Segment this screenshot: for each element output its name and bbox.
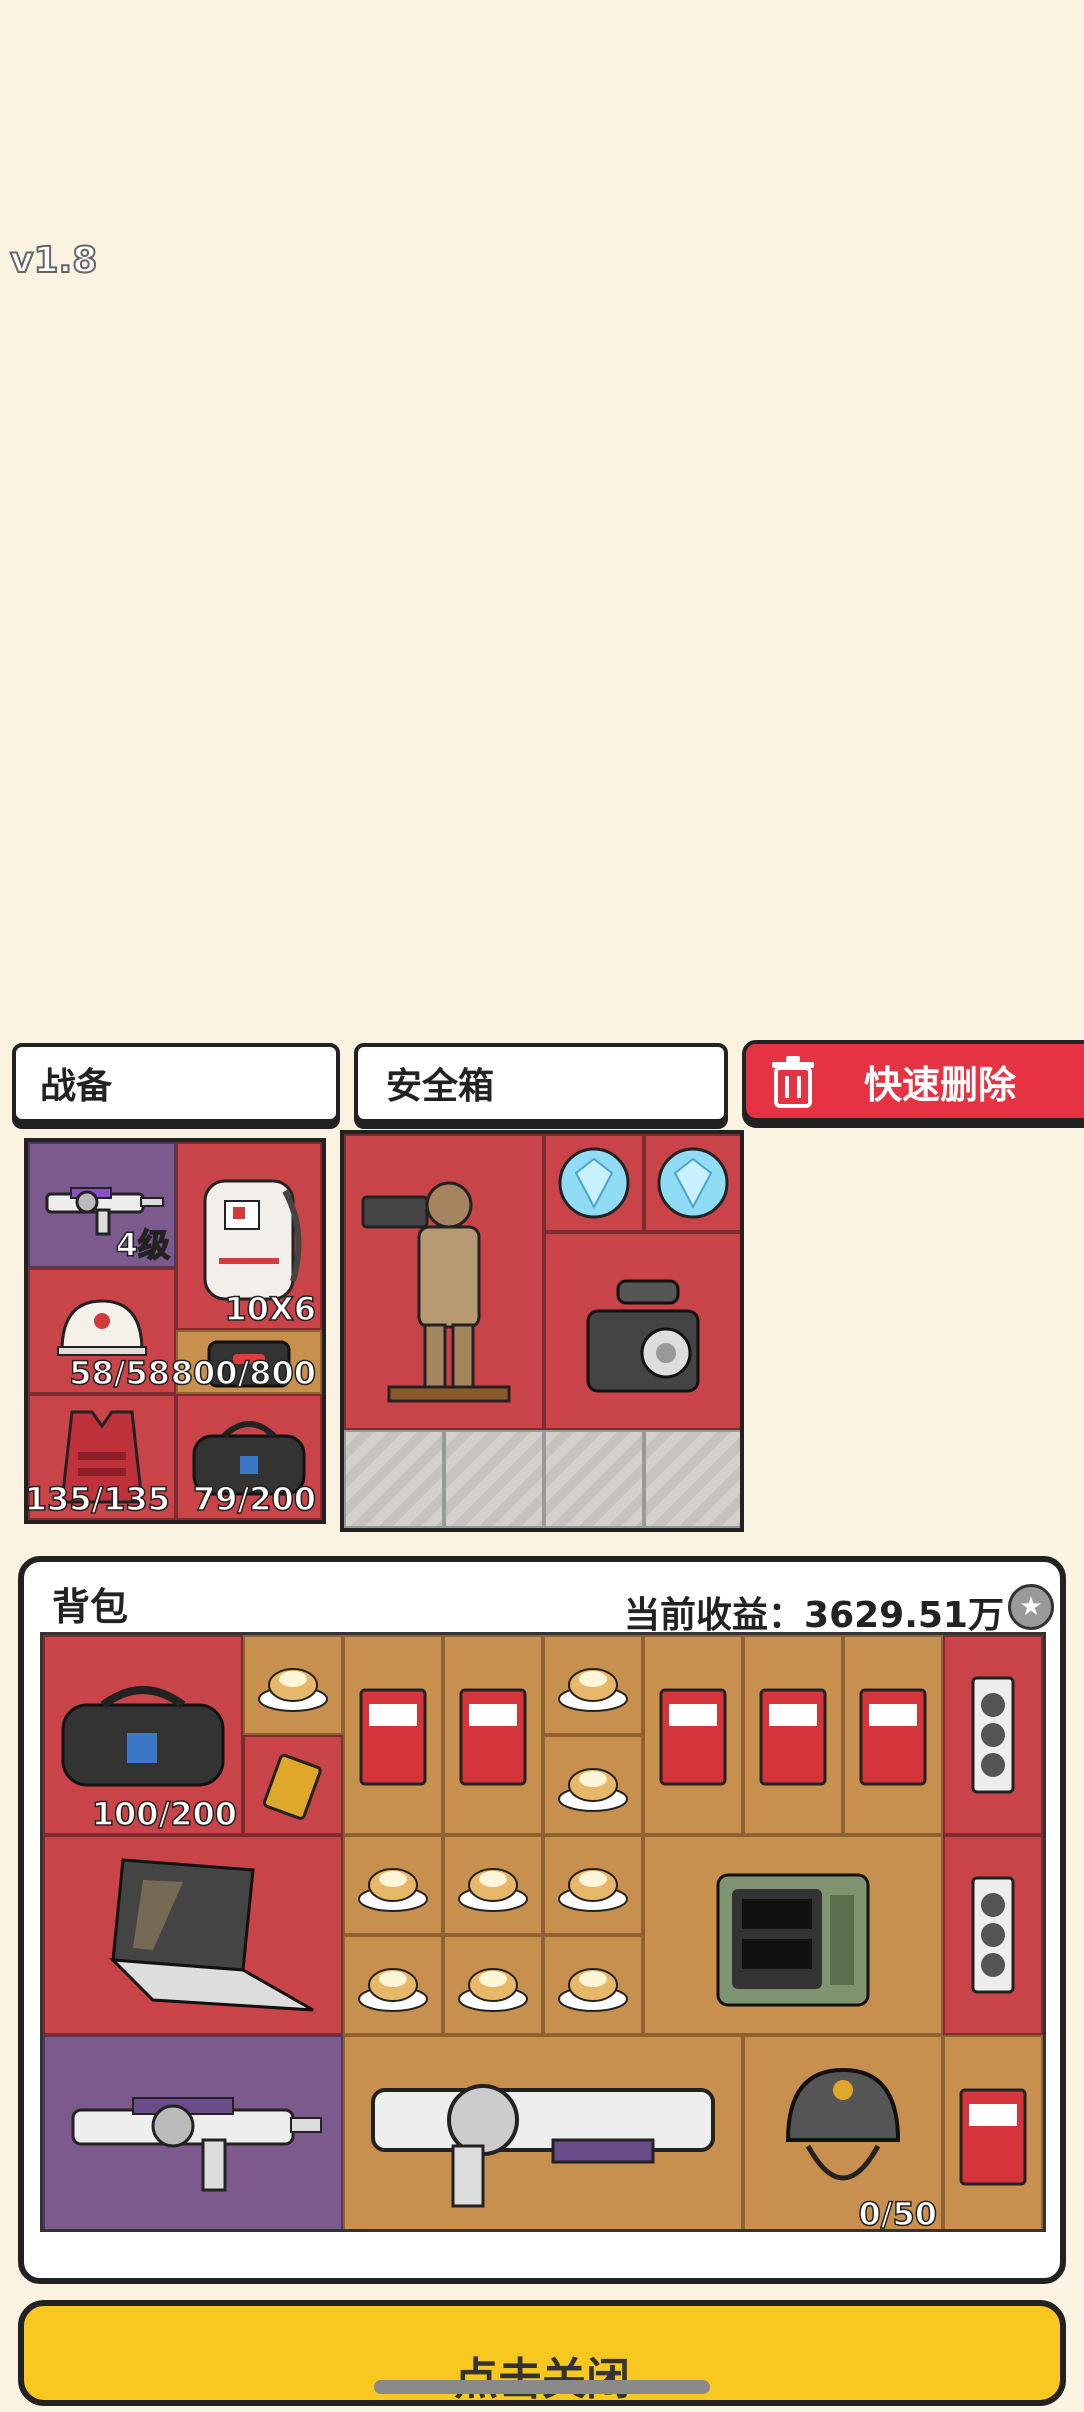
home-indicator[interactable] xyxy=(374,2380,710,2394)
cake-icon xyxy=(558,1968,628,2012)
safe-slot-empty[interactable] xyxy=(444,1430,544,1528)
close-label: 点击关闭 xyxy=(454,2343,630,2407)
bag-item-gpu[interactable] xyxy=(943,1835,1043,2035)
drink-box-icon xyxy=(359,1688,427,1786)
radio-device-icon xyxy=(716,1873,870,2007)
bag-item-cake[interactable] xyxy=(543,1735,643,1835)
diamond-icon xyxy=(558,1147,630,1219)
drink-box-icon xyxy=(859,1688,927,1786)
bag-item-helmet-grey[interactable]: 0/50 xyxy=(743,2035,943,2232)
gear-panel: 4级 10X6 58/58 800/800 135/135 79/200 xyxy=(24,1138,326,1524)
camera-icon xyxy=(586,1279,700,1393)
bag-item-smg[interactable] xyxy=(43,2035,343,2229)
gold-card-icon xyxy=(262,1753,322,1820)
cake-icon xyxy=(558,1868,628,1912)
bag-item-gold-card[interactable] xyxy=(243,1735,343,1835)
statue-icon xyxy=(361,1181,511,1403)
bag-item-duffel-bag[interactable]: 100/200 xyxy=(43,1635,243,1835)
safe-slot-empty[interactable] xyxy=(544,1430,644,1528)
bag-item-cake[interactable] xyxy=(543,1935,643,2035)
bag-item-cake[interactable] xyxy=(543,1635,643,1735)
duffel-bag-icon xyxy=(61,1686,225,1787)
backpack-panel: 背包 当前收益：3629.51万 ★ 100/200 0/50 xyxy=(18,1556,1066,2284)
bag-item-heavy-gun[interactable] xyxy=(343,2035,743,2229)
tab-gear-label: 战备 xyxy=(40,1066,113,1107)
cake-icon xyxy=(358,1968,428,2012)
gear-slot-backpack[interactable]: 10X6 xyxy=(176,1142,322,1330)
coin-icon: ★ xyxy=(1008,1584,1054,1630)
gear-backpack-label: 10X6 xyxy=(224,1289,317,1329)
safe-item-diamond-2[interactable] xyxy=(644,1134,740,1232)
graphics-card-icon xyxy=(971,1676,1015,1794)
gear-chest-rig-label: 800/800 xyxy=(170,1353,317,1393)
bag-item-gpu[interactable] xyxy=(943,1635,1043,1835)
safe-item-terracotta-warrior[interactable] xyxy=(344,1134,544,1430)
diamond-icon xyxy=(657,1147,729,1219)
backpack-title: 背包 xyxy=(52,1585,129,1629)
version-label: v1.8 xyxy=(9,239,98,282)
safe-item-diamond-1[interactable] xyxy=(544,1134,644,1232)
cake-icon xyxy=(458,1968,528,2012)
bag-item-drink-box[interactable] xyxy=(343,1635,443,1835)
cake-icon xyxy=(358,1868,428,1912)
backpack-grid: 100/200 0/50 xyxy=(40,1632,1046,2232)
tab-safe-box-label: 安全箱 xyxy=(386,1066,495,1107)
drink-box-icon xyxy=(459,1688,527,1786)
bag-item-cake[interactable] xyxy=(543,1835,643,1935)
bag-item-drink-box[interactable] xyxy=(643,1635,743,1835)
safe-slot-empty[interactable] xyxy=(644,1430,740,1528)
safe-box-panel xyxy=(340,1130,744,1532)
trash-icon xyxy=(772,1056,814,1108)
gear-slot-chest-rig[interactable]: 800/800 xyxy=(170,1330,322,1394)
bag-item-cake[interactable] xyxy=(343,1835,443,1935)
heavy-gun-icon xyxy=(371,2084,715,2208)
tab-gear[interactable]: 战备 xyxy=(12,1043,340,1123)
cake-icon xyxy=(258,1668,328,1712)
drink-box-icon xyxy=(659,1688,727,1786)
cake-icon xyxy=(558,1768,628,1812)
bag-duffel-label: 100/200 xyxy=(91,1794,238,1834)
safe-slot-empty[interactable] xyxy=(344,1430,444,1528)
bag-item-drink-box[interactable] xyxy=(743,1635,843,1835)
rifle-icon xyxy=(71,2097,322,2192)
bag-item-drink-box[interactable] xyxy=(443,1635,543,1835)
gear-pouch-label: 79/200 xyxy=(192,1479,317,1519)
gear-slot-armor[interactable]: 135/135 xyxy=(28,1394,176,1520)
income-label: 当前收益：3629.51万 xyxy=(624,1595,1004,1636)
cake-icon xyxy=(458,1868,528,1912)
bag-item-cake[interactable] xyxy=(443,1835,543,1935)
gear-helmet-label: 58/58 xyxy=(69,1353,171,1393)
safe-item-camera[interactable] xyxy=(544,1232,740,1430)
drink-box-icon xyxy=(959,2088,1027,2186)
tab-safe-box[interactable]: 安全箱 xyxy=(354,1043,728,1123)
gear-slot-weapon[interactable]: 4级 xyxy=(28,1142,176,1268)
bag-item-drink-box[interactable] xyxy=(843,1635,943,1835)
gear-slot-pouch[interactable]: 79/200 xyxy=(176,1394,322,1520)
graphics-card-icon xyxy=(971,1876,1015,1994)
gear-armor-label: 135/135 xyxy=(24,1479,171,1519)
gear-slot-helmet[interactable]: 58/58 xyxy=(28,1268,176,1394)
quick-delete-button[interactable]: 快速删除 xyxy=(742,1040,1084,1122)
laptop-icon xyxy=(109,1858,314,2012)
bag-helmet-label: 0/50 xyxy=(858,2194,938,2232)
cake-icon xyxy=(558,1668,628,1712)
bag-item-cake[interactable] xyxy=(343,1935,443,2035)
backpack-icon xyxy=(203,1179,302,1301)
gear-weapon-label: 4级 xyxy=(115,1225,171,1265)
quick-delete-label: 快速删除 xyxy=(864,1062,1017,1107)
bag-item-laptop[interactable] xyxy=(43,1835,343,2035)
bag-item-drink-box[interactable] xyxy=(943,2035,1043,2229)
bag-item-radio[interactable] xyxy=(643,1835,943,2035)
bag-item-cake[interactable] xyxy=(443,1935,543,2035)
drink-box-icon xyxy=(759,1688,827,1786)
bag-item-cake[interactable] xyxy=(243,1635,343,1735)
